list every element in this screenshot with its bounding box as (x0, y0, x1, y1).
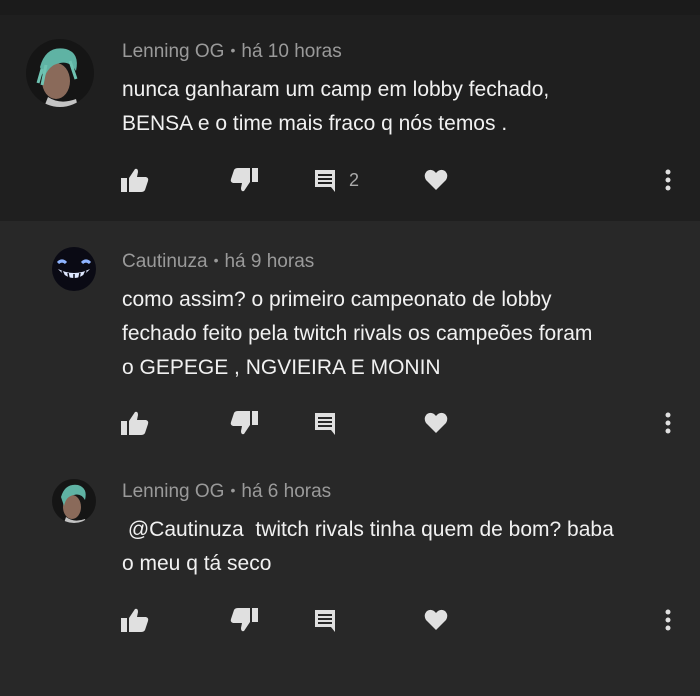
comment-text: como assim? o primeiro campeonato de lob… (122, 283, 592, 385)
avatar[interactable] (52, 479, 96, 523)
comment-line: o meu q tá seco (122, 552, 272, 575)
like-button[interactable] (121, 600, 149, 640)
comment-line: @Cautinuza twitch rivals tinha quem de b… (122, 518, 614, 541)
avatar-image (26, 39, 94, 107)
thumbs-down-icon (230, 608, 258, 632)
separator-dot: • (213, 252, 219, 268)
heart-icon (424, 412, 448, 433)
more-vert-icon (665, 609, 671, 631)
comment-actions: 2 (0, 160, 700, 200)
more-options-button[interactable] (664, 403, 672, 443)
more-options-button[interactable] (664, 600, 672, 640)
thumbs-up-icon (121, 608, 149, 632)
author-name[interactable]: Cautinuza (122, 251, 208, 272)
heart-icon (424, 169, 448, 190)
reply-button[interactable]: 2 (313, 160, 359, 200)
comment-icon (315, 413, 335, 435)
avatar-image (52, 247, 96, 291)
comment-icon (315, 170, 335, 192)
avatar[interactable] (26, 39, 94, 107)
reply-count: 2 (349, 169, 360, 190)
dislike-button[interactable] (230, 160, 258, 200)
author-name[interactable]: Lenning OG (122, 481, 224, 502)
like-button[interactable] (121, 403, 149, 443)
top-bar (0, 0, 700, 15)
timestamp[interactable]: há 6 horas (241, 481, 331, 502)
avatar-image (52, 479, 96, 523)
comment-meta: Lenning OG • há 10 horas (122, 41, 342, 63)
comment-line: como assim? o primeiro campeonato de lob… (122, 288, 552, 311)
dislike-button[interactable] (230, 403, 258, 443)
timestamp[interactable]: há 10 horas (241, 41, 341, 62)
reply-comment: Lenning OG • há 6 horas @Cautinuza twitch … (0, 459, 700, 696)
heart-icon (424, 609, 448, 630)
thumbs-up-icon (121, 168, 149, 192)
comment-icon (315, 610, 335, 632)
thumbs-down-icon (230, 168, 258, 192)
more-vert-icon (665, 412, 671, 434)
heart-button[interactable] (424, 160, 448, 200)
reply-comment: Cautinuza • há 9 horas como assim? o prime… (0, 221, 700, 459)
avatar[interactable] (52, 247, 96, 291)
dislike-button[interactable] (230, 600, 258, 640)
heart-button[interactable] (424, 403, 448, 443)
more-options-button[interactable] (664, 160, 672, 200)
comment-line: nunca ganharam um camp em lobby fechado, (122, 78, 550, 101)
separator-dot: • (230, 42, 236, 58)
comment-line: fechado feito pela twitch rivals os camp… (122, 322, 593, 345)
thumbs-down-icon (230, 411, 258, 435)
like-button[interactable] (121, 160, 149, 200)
comment-meta: Cautinuza • há 9 horas (122, 251, 314, 273)
thumbs-up-icon (121, 411, 149, 435)
author-name[interactable]: Lenning OG (122, 41, 224, 62)
separator-dot: • (230, 482, 236, 498)
comment-text: nunca ganharam um camp em lobby fechado,… (122, 73, 549, 141)
comment-text: @Cautinuza twitch rivals tinha quem de b… (122, 513, 614, 581)
comment-actions (0, 403, 700, 443)
reply-button[interactable] (313, 403, 337, 443)
comment-actions (0, 600, 700, 640)
more-vert-icon (665, 169, 671, 191)
reply-button[interactable] (313, 600, 337, 640)
timestamp[interactable]: há 9 horas (224, 251, 314, 272)
comment-meta: Lenning OG • há 6 horas (122, 481, 331, 503)
heart-button[interactable] (424, 600, 448, 640)
comment-line: o GEPEGE , NGVIEIRA E MONIN (122, 356, 441, 379)
comment-line: BENSA e o time mais fraco q nós temos . (122, 112, 508, 135)
comment-top: Lenning OG • há 10 horas nunca ganharam um… (0, 15, 700, 221)
